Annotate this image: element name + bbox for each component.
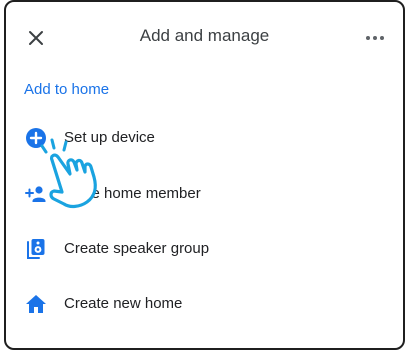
menu-item-label: Create new home <box>64 295 183 312</box>
menu-item-label: Set up device <box>64 129 155 146</box>
add-circle-icon <box>26 128 46 148</box>
person-add-icon <box>25 186 46 202</box>
menu-item-set-up-device[interactable]: Set up device <box>6 118 403 158</box>
more-horizontal-icon <box>366 36 384 40</box>
menu-item-label: Create speaker group <box>64 240 210 257</box>
more-options-button[interactable] <box>361 26 389 50</box>
menu-item-label: Invite home member <box>64 185 201 202</box>
section-title-add-to-home: Add to home <box>24 81 110 98</box>
app-bar: Add and manage <box>6 2 403 72</box>
home-icon <box>26 295 46 313</box>
menu-item-invite-home-member[interactable]: Invite home member <box>6 174 403 214</box>
menu-item-create-new-home[interactable]: Create new home <box>6 284 403 324</box>
add-and-manage-panel: Add and manage Add to home Set up device… <box>4 0 405 350</box>
speaker-group-icon <box>27 239 45 259</box>
menu-item-create-speaker-group[interactable]: Create speaker group <box>6 229 403 269</box>
page-title: Add and manage <box>139 26 270 45</box>
